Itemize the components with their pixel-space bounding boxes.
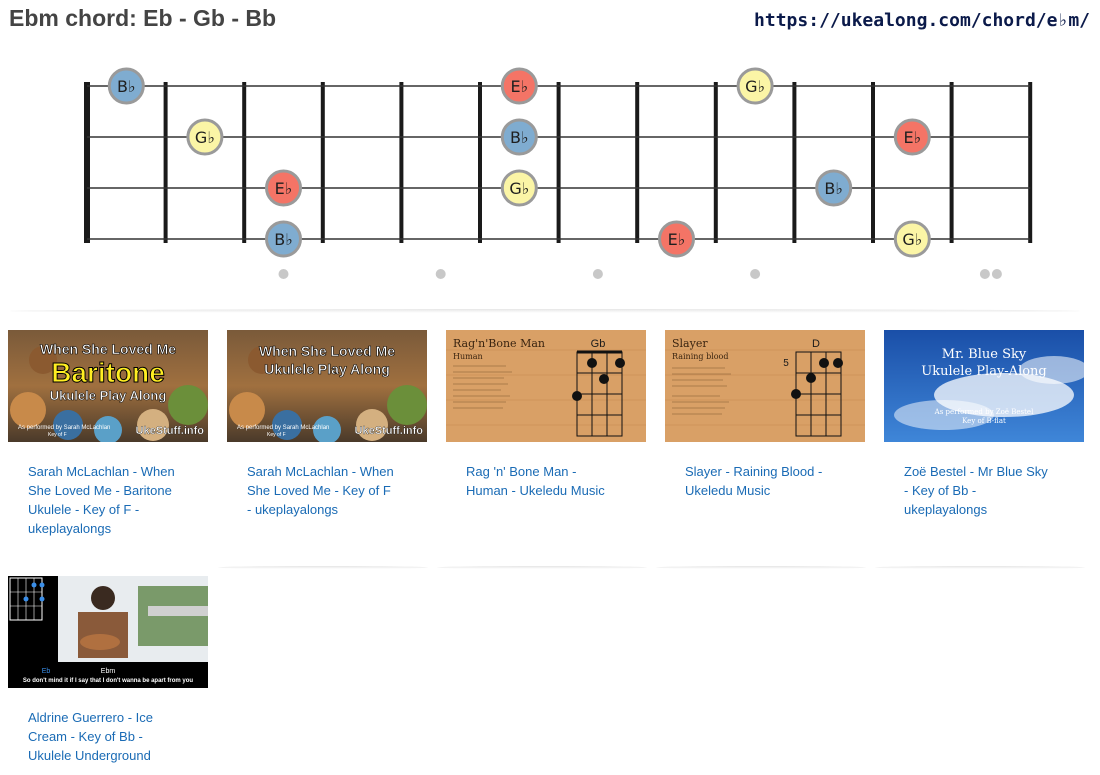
note-marker: G♭ (893, 220, 931, 258)
note-label: E♭ (510, 77, 528, 96)
svg-text:When She Loved Me: When She Loved Me (40, 341, 176, 357)
card-divider (437, 566, 647, 569)
svg-text:Mr. Blue Sky: Mr. Blue Sky (942, 347, 1027, 362)
note-label: G♭ (509, 179, 529, 198)
svg-text:Ebm: Ebm (101, 668, 116, 675)
svg-text:D: D (812, 338, 820, 350)
inlay-dot (278, 269, 289, 279)
note-marker: E♭ (265, 169, 302, 207)
inlay-dot (435, 269, 446, 279)
svg-text:UkeStuff.info: UkeStuff.info (355, 425, 424, 437)
video-title[interactable]: Sarah McLachlan - When She Loved Me - Ke… (247, 462, 397, 519)
note-label: B♭ (824, 179, 843, 198)
svg-text:As performed by Sarah McLachla: As performed by Sarah McLachlan (237, 425, 329, 431)
svg-text:Key of F: Key of F (48, 432, 67, 438)
svg-text:As performed by Zoë Bestel: As performed by Zoë Bestel (934, 408, 1034, 416)
note-label: E♭ (668, 230, 686, 249)
section-divider (10, 309, 1080, 313)
svg-text:Rag'n'Bone Man: Rag'n'Bone Man (453, 337, 545, 350)
svg-text:Baritone: Baritone (51, 357, 165, 388)
note-label: G♭ (195, 128, 215, 147)
svg-text:UkeStuff.info: UkeStuff.info (136, 425, 205, 437)
note-marker: E♭ (893, 118, 931, 156)
note-marker: G♭ (736, 67, 774, 105)
svg-text:Ukulele Play-Along: Ukulele Play-Along (921, 364, 1047, 379)
video-thumbnail[interactable]: Mr. Blue Sky Ukulele Play-Along As perfo… (884, 330, 1084, 442)
video-thumbnail[interactable]: Eb Ebm So don't mind it if I say that I … (8, 576, 208, 688)
inlay-dot (991, 269, 1002, 279)
svg-text:Ukulele Play Along: Ukulele Play Along (50, 388, 167, 403)
svg-text:Slayer: Slayer (672, 337, 708, 350)
svg-text:So don't mind it if I say that: So don't mind it if I say that I don't w… (23, 678, 194, 684)
video-thumbnail[interactable]: Slayer Raining blood D 5 (665, 330, 865, 442)
video-title[interactable]: Aldrine Guerrero - Ice Cream - Key of Bb… (28, 708, 178, 765)
svg-text:Eb: Eb (42, 668, 51, 675)
video-card[interactable]: When She Loved Me Baritone Ukulele Play … (8, 330, 210, 538)
svg-text:As performed by Sarah McLachla: As performed by Sarah McLachlan (18, 425, 110, 431)
video-title[interactable]: Slayer - Raining Blood - Ukeledu Music (685, 462, 835, 500)
note-label: B♭ (117, 77, 136, 96)
note-marker: G♭ (186, 118, 224, 156)
note-label: G♭ (745, 77, 765, 96)
inlay-dot (592, 269, 603, 279)
video-thumbnail[interactable]: Rag'n'Bone Man Human Gb (446, 330, 646, 442)
note-label: E♭ (903, 128, 921, 147)
inlay-dot (750, 269, 761, 279)
card-divider (218, 566, 428, 569)
card-divider (875, 566, 1085, 569)
video-title[interactable]: Zoë Bestel - Mr Blue Sky - Key of Bb - u… (904, 462, 1054, 519)
inlay-dot (979, 269, 990, 279)
svg-text:Raining blood: Raining blood (672, 352, 729, 361)
card-divider (656, 566, 866, 569)
video-card[interactable]: Slayer Raining blood D 5 Slayer - Rainin… (665, 330, 867, 500)
video-title[interactable]: Rag 'n' Bone Man - Human - Ukeledu Music (466, 462, 616, 500)
video-card[interactable]: Mr. Blue Sky Ukulele Play-Along As perfo… (884, 330, 1086, 519)
note-marker: E♭ (500, 67, 538, 105)
note-marker: G♭ (500, 169, 538, 207)
video-thumbnail[interactable]: When She Loved Me Baritone Ukulele Play … (8, 330, 208, 442)
note-marker: B♭ (815, 169, 853, 207)
note-marker: B♭ (265, 220, 302, 258)
note-label: B♭ (510, 128, 529, 147)
svg-text:5: 5 (783, 358, 789, 369)
note-marker: B♭ (500, 118, 538, 156)
video-card[interactable]: Rag'n'Bone Man Human Gb Rag 'n' Bone Man… (446, 330, 648, 500)
note-marker: B♭ (107, 67, 145, 105)
note-label: G♭ (902, 230, 922, 249)
note-label: E♭ (275, 179, 293, 198)
video-card[interactable]: When She Loved Me Ukulele Play Along As … (227, 330, 429, 519)
svg-text:Human: Human (453, 352, 483, 361)
svg-text:Key of F: Key of F (267, 432, 286, 438)
svg-text:Key of B-flat: Key of B-flat (962, 417, 1006, 425)
svg-text:Gb: Gb (591, 338, 606, 350)
note-label: B♭ (274, 230, 293, 249)
svg-text:When She Loved Me: When She Loved Me (259, 343, 395, 359)
video-title[interactable]: Sarah McLachlan - When She Loved Me - Ba… (28, 462, 178, 538)
note-marker: E♭ (658, 220, 695, 258)
fretboard-diagram: B♭ E♭ G♭ G♭ B♭ E♭ E♭ G♭ B♭ B♭ E♭ G♭ (84, 67, 1033, 279)
svg-text:Ukulele Play Along: Ukulele Play Along (264, 361, 390, 377)
video-card[interactable]: Eb Ebm So don't mind it if I say that I … (8, 576, 210, 765)
video-thumbnail[interactable]: When She Loved Me Ukulele Play Along As … (227, 330, 427, 442)
